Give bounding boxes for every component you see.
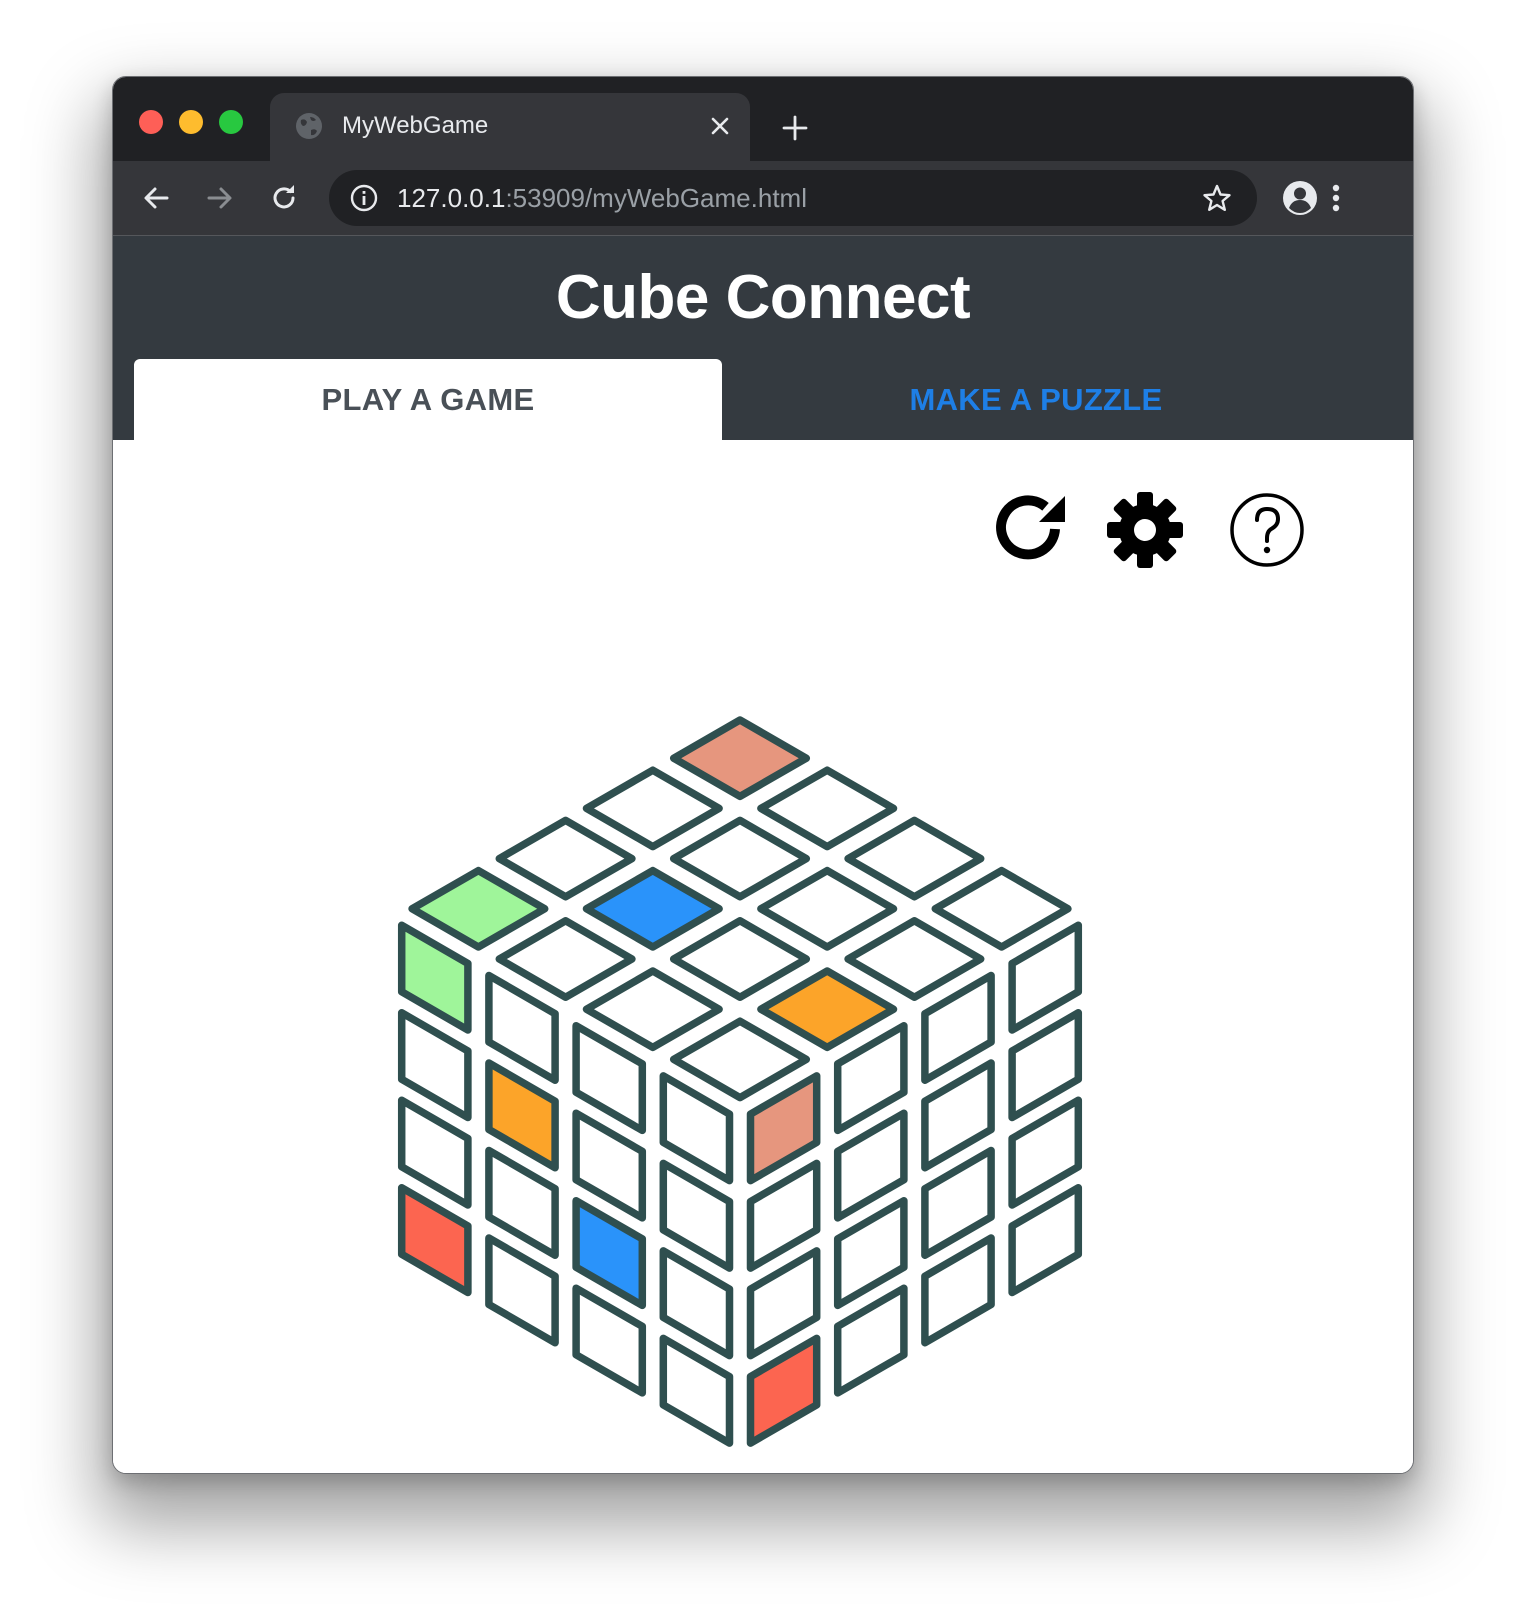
top-face-cell[interactable] (844, 816, 985, 901)
tab-make-a-puzzle[interactable]: MAKE A PUZZLE (722, 359, 1350, 440)
top-face-cell[interactable] (669, 1017, 811, 1102)
new-tab-icon[interactable] (781, 114, 809, 142)
top-face-cell[interactable] (495, 917, 636, 1001)
profile-icon[interactable] (1281, 179, 1319, 217)
top-face-cell[interactable] (582, 866, 723, 951)
top-face-cell[interactable] (844, 917, 985, 1001)
top-face-cell[interactable] (582, 766, 723, 851)
browser-tab[interactable]: MyWebGame (270, 93, 750, 161)
back-arrow-icon[interactable] (139, 181, 173, 215)
top-face-cell[interactable] (669, 716, 811, 801)
window-minimize-button[interactable] (179, 110, 203, 134)
tab-play-a-game[interactable]: PLAY A GAME (134, 359, 722, 440)
top-face-cell[interactable] (757, 866, 898, 951)
menu-dots-icon[interactable] (1317, 179, 1355, 217)
tab-strip: MyWebGame (113, 77, 1413, 161)
url-host: 127.0.0.1 (397, 183, 506, 213)
app-title: Cube Connect (555, 263, 971, 332)
window-maximize-button[interactable] (219, 110, 243, 134)
top-face-cell[interactable] (757, 967, 898, 1052)
puzzle-cube[interactable] (113, 440, 1413, 1474)
url-text[interactable]: 127.0.0.1:53909/myWebGame.html (397, 183, 807, 213)
top-face-cell[interactable] (757, 766, 898, 851)
url-path: :53909/myWebGame.html (505, 183, 807, 213)
forward-arrow-icon[interactable] (203, 181, 237, 215)
page: MyWebGame 127.0.0.1:53909/myWebGame.html… (0, 0, 1522, 1618)
close-icon[interactable] (708, 114, 732, 138)
tab-title: MyWebGame (342, 112, 489, 139)
address-bar[interactable]: 127.0.0.1:53909/myWebGame.html (329, 170, 1257, 226)
game-area (113, 440, 1413, 1474)
window-close-button[interactable] (139, 110, 163, 134)
top-face-cell[interactable] (495, 816, 636, 901)
top-face-cell[interactable] (408, 866, 549, 951)
browser-window: MyWebGame 127.0.0.1:53909/myWebGame.html… (112, 76, 1414, 1474)
globe-icon (296, 113, 322, 139)
top-face-cell[interactable] (669, 816, 811, 901)
info-icon[interactable] (349, 183, 379, 213)
top-face-cell[interactable] (931, 866, 1072, 951)
bookmark-star-icon[interactable] (1201, 182, 1233, 214)
browser-toolbar: 127.0.0.1:53909/myWebGame.html (113, 161, 1413, 236)
top-face-cell[interactable] (669, 917, 811, 1001)
top-face-cell[interactable] (582, 967, 723, 1052)
app-header: Cube Connect PLAY A GAME MAKE A PUZZLE (113, 236, 1413, 440)
reload-icon[interactable] (267, 181, 301, 215)
